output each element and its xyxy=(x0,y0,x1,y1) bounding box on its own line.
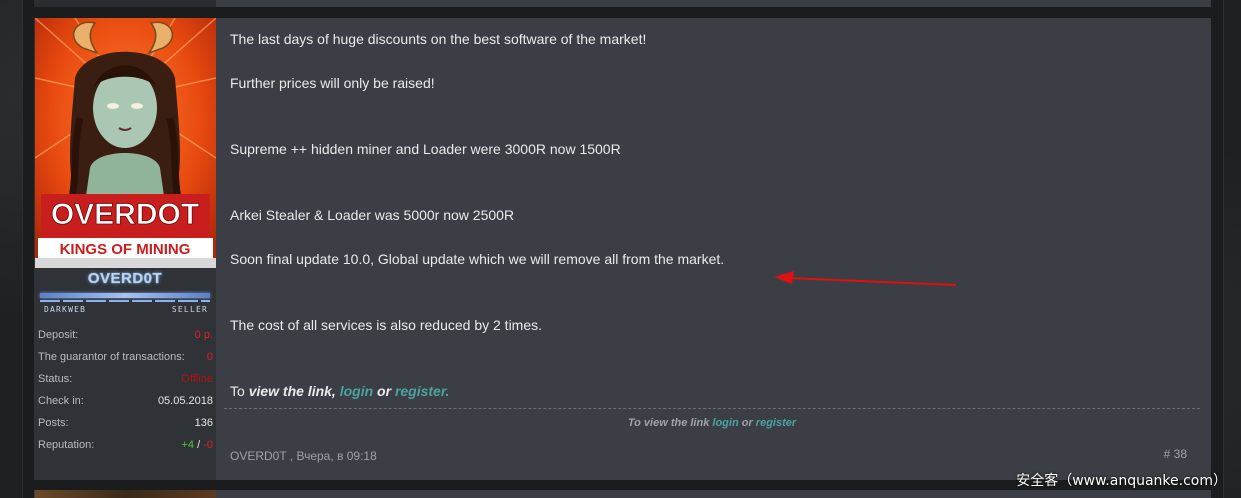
red-arrow-annotation xyxy=(774,271,957,286)
view-link-line: To view the link, login or register. xyxy=(230,383,449,399)
view-link-bold: view the link, xyxy=(248,383,336,399)
avatar-title: OVERDOT xyxy=(51,198,199,231)
user-sidebar: OVERDOT KINGS OF MINING OVERD0T DARKWEB … xyxy=(34,18,216,480)
info-label: Check in: xyxy=(38,395,84,407)
status-value: Offline xyxy=(181,373,213,385)
guarantor-value: 0 xyxy=(206,351,213,363)
hidden-content-note: To view the link login or register xyxy=(224,417,1200,429)
info-row-deposit: Deposit: 0 р. xyxy=(34,324,216,346)
hidden-register-link[interactable]: register xyxy=(756,417,796,429)
info-label: Posts: xyxy=(38,417,69,429)
message-line: Soon final update 10.0, Global update wh… xyxy=(230,251,725,267)
message-line: The last days of huge discounts on the b… xyxy=(230,31,647,47)
info-label: Status: xyxy=(38,373,73,385)
content-divider xyxy=(224,408,1200,409)
avatar-subtitle: KINGS OF MINING xyxy=(60,241,191,258)
message-line: Arkei Stealer & Loader was 5000r now 250… xyxy=(230,207,515,223)
message-line: The cost of all services is also reduced… xyxy=(230,317,543,333)
view-link-or: or xyxy=(377,383,392,399)
username[interactable]: OVERD0T xyxy=(34,270,216,287)
message-line: Further prices will only be raised! xyxy=(230,75,435,91)
checkin-value: 05.05.2018 xyxy=(157,395,213,407)
register-link[interactable]: register. xyxy=(395,383,449,399)
post-number[interactable]: # 38 xyxy=(1164,447,1187,461)
reputation-value: +4 / -0 xyxy=(181,439,213,451)
info-label: Reputation: xyxy=(38,439,95,451)
info-row-guarantor: The guarantor of transactions: 0 xyxy=(34,346,216,368)
reputation-positive: +4 xyxy=(181,439,195,451)
hidden-note-or: or xyxy=(738,417,756,429)
avatar[interactable]: OVERDOT KINGS OF MINING xyxy=(35,18,216,268)
hidden-login-link[interactable]: login xyxy=(712,417,738,429)
previous-post-footer xyxy=(216,0,1211,7)
rank-right-label: SELLER xyxy=(171,305,208,314)
forum-post: OVERDOT KINGS OF MINING OVERD0T DARKWEB … xyxy=(34,18,1211,480)
watermark: 安全客（www.anquanke.com） xyxy=(1016,473,1227,489)
info-row-posts: Posts: 136 xyxy=(34,412,216,434)
info-row-status: Status: Offline xyxy=(34,368,216,390)
hidden-note-prefix: To view the link xyxy=(627,417,713,429)
view-link-prefix: To xyxy=(230,383,249,399)
info-row-checkin: Check in: 05.05.2018 xyxy=(34,390,216,412)
rank-left-label: DARKWEB xyxy=(44,305,87,314)
login-link[interactable]: login xyxy=(340,383,373,399)
message-line: Supreme ++ hidden miner and Loader were … xyxy=(230,141,621,157)
rank-bar-segments xyxy=(40,300,210,302)
info-label: The guarantor of transactions: xyxy=(38,351,185,363)
post-author-date[interactable]: OVERD0T , Вчера, в 09:18 xyxy=(230,449,377,463)
rank-bar xyxy=(40,293,210,298)
reputation-slash: / xyxy=(197,439,201,451)
info-row-reputation: Reputation: +4 / -0 xyxy=(34,434,216,456)
avatar-image: OVERDOT KINGS OF MINING xyxy=(35,18,216,268)
reputation-negative: -0 xyxy=(203,439,213,451)
posts-value: 136 xyxy=(194,417,213,429)
deposit-value: 0 р. xyxy=(194,329,213,341)
user-info: Deposit: 0 р. The guarantor of transacti… xyxy=(34,324,216,456)
info-label: Deposit: xyxy=(38,329,79,341)
next-post-avatar xyxy=(35,490,216,498)
